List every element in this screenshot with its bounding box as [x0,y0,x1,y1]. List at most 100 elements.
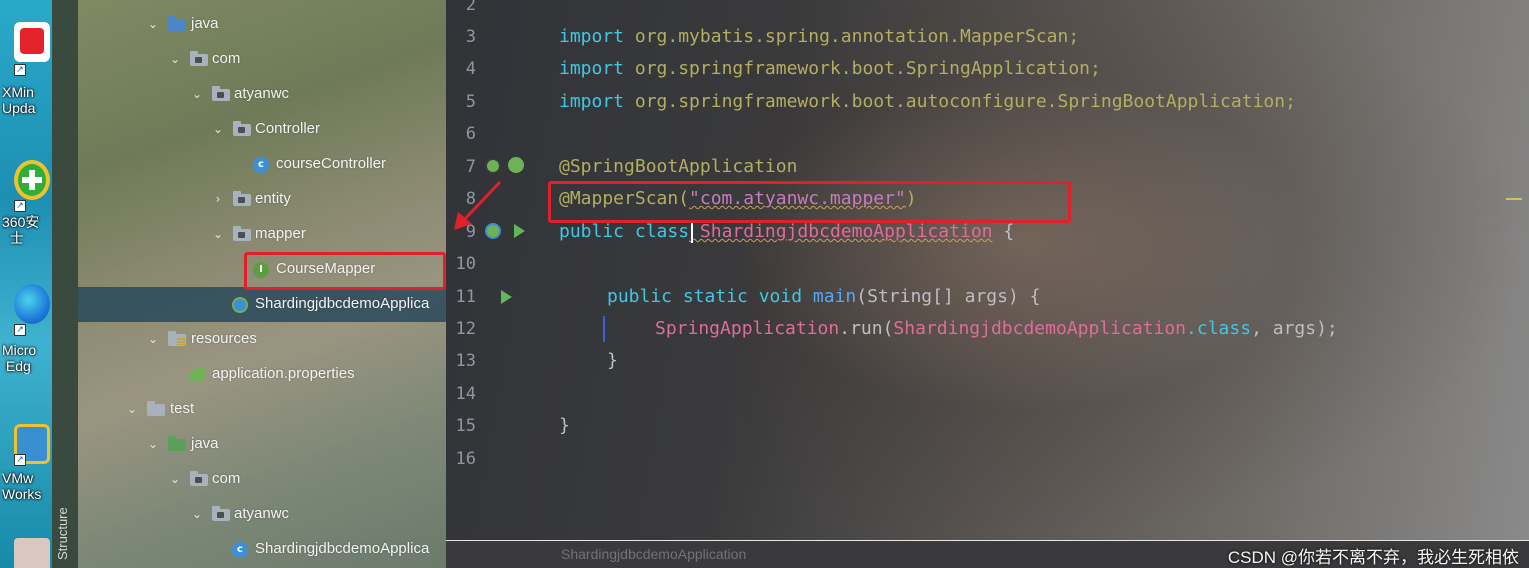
xmind-label: XMin Upda [2,84,36,116]
test-folder-icon [168,436,186,451]
tree-label: atyanwc [234,85,290,102]
chevron-down-icon[interactable]: ⌄ [146,437,160,451]
code-line-12[interactable]: SpringApplication.run(ShardingjdbcdemoAp… [655,313,1338,345]
tree-node-controller[interactable]: ⌄ Controller [78,112,446,147]
tree-node-test[interactable]: ⌄ test [78,392,446,427]
code-line-5[interactable]: import org.springframework.boot.autoconf… [559,86,1296,118]
chevron-down-icon[interactable]: ⌄ [146,17,160,31]
edge-icon [14,284,50,324]
chevron-down-icon[interactable]: ⌄ [168,472,182,486]
annotation: @SpringBootApplication [559,156,798,177]
text-caret [691,221,693,243]
line-number: 16 [455,449,476,469]
spring-properties-icon [190,368,206,382]
class-name: ShardingjdbcdemoApplication [689,221,993,242]
package-icon [233,226,251,241]
tree-label: ShardingjdbcdemoApplica [255,295,430,312]
tree-node-com[interactable]: ⌄ com [78,42,446,77]
code-line-4[interactable]: import org.springframework.boot.SpringAp… [559,53,1101,85]
edge-label: Micro Edg [2,342,37,374]
line-number: 2 [465,0,476,15]
spring-check-icon[interactable] [508,157,524,173]
run-class-icon[interactable] [514,224,525,238]
chevron-right-icon[interactable]: › [211,192,225,206]
chevron-down-icon[interactable]: ⌄ [190,507,204,521]
code-line-3[interactable]: import org.mybatis.spring.annotation.Map… [559,21,1079,53]
structure-tool-window-button[interactable]: Structure [55,507,70,560]
tree-node-application-properties[interactable]: application.properties [78,357,446,392]
tree-label: java [191,435,219,452]
spring-boot-class-icon [232,297,248,313]
chevron-down-icon[interactable]: ⌄ [211,227,225,241]
tree-label: com [212,50,241,67]
avatar [14,538,50,568]
highlight-box-course-mapper [244,252,446,290]
chevron-down-icon[interactable]: ⌄ [190,87,204,101]
tree-node-test-atyanwc[interactable]: ⌄ atyanwc [78,497,446,532]
editor-scroll-marker [1506,198,1522,200]
package-icon [212,86,230,101]
brace: } [607,350,618,371]
tree-node-course-controller[interactable]: c courseController [78,147,446,182]
tree-node-java[interactable]: ⌄ java [78,7,446,42]
structure-tool-strip [52,0,78,568]
shortcut-arrow-icon: ↗ [14,324,26,336]
tree-node-application-main[interactable]: ShardingjdbcdemoApplica [78,287,446,322]
import-path: org.springframework.boot.SpringApplicati… [624,58,1101,79]
editor-breadcrumb-bar: ShardingjdbcdemoApplication CSDN @你若不离不弃… [446,540,1529,568]
watermark: CSDN @你若不离不弃，我必生死相依 [1227,548,1519,567]
tree-node-entity[interactable]: › entity [78,182,446,217]
code-line-15[interactable]: } [559,410,570,442]
tree-label: resources [191,330,257,347]
keyword: public [559,221,625,242]
chevron-down-icon[interactable]: ⌄ [125,402,139,416]
line-number: 12 [455,319,476,339]
chevron-down-icon[interactable]: ⌄ [168,52,182,66]
chevron-down-icon[interactable]: ⌄ [146,332,160,346]
indent-guide [603,316,605,342]
breadcrumb[interactable]: ShardingjdbcdemoApplication [561,546,746,562]
shortcut-arrow-icon: ↗ [14,64,26,76]
run-main-icon[interactable] [501,290,512,304]
package-icon [190,471,208,486]
line-number: 6 [465,124,476,144]
class-name: ShardingjdbcdemoApplication [893,318,1187,339]
code-line-7[interactable]: @SpringBootApplication [559,151,797,183]
import-path: org.mybatis.spring.annotation.MapperScan… [624,26,1080,47]
360-safe-icon [14,160,50,200]
package-icon [190,51,208,66]
method-call: .run( [839,318,894,339]
package-icon [233,191,251,206]
tree-label: ShardingjdbcdemoApplica [255,540,430,557]
class-icon: c [232,542,248,558]
class-name: SpringApplication [655,318,840,339]
tree-node-test-com[interactable]: ⌄ com [78,462,446,497]
tree-node-test-java[interactable]: ⌄ java [78,427,446,462]
tree-node-application-test[interactable]: c ShardingjdbcdemoApplica [78,532,446,567]
code-line-13[interactable]: } [607,345,618,377]
line-number: 4 [465,59,476,79]
args: , args); [1251,318,1338,339]
package-icon [212,506,230,521]
red-arrow-icon [454,180,502,230]
highlight-box-mapper-scan [548,181,1071,223]
method-name: main [802,286,857,307]
source-folder-icon [168,16,186,31]
resources-folder-icon [168,331,186,346]
tree-node-mapper[interactable]: ⌄ mapper [78,217,446,252]
keyword: import [559,58,625,79]
tree-node-resources[interactable]: ⌄ resources [78,322,446,357]
tree-label: entity [255,190,291,207]
import-path: org.springframework.boot.autoconfigure.S… [624,91,1296,112]
class-icon: c [253,157,269,173]
chevron-down-icon[interactable]: ⌄ [211,122,225,136]
keyword: class [624,221,690,242]
tree-label: java [191,15,219,32]
tree-node-atyanwc[interactable]: ⌄ atyanwc [78,77,446,112]
code-editor[interactable]: 2 3 4 5 6 7 8 9 10 11 12 13 14 15 16 imp… [446,0,1529,540]
line-number: 13 [455,351,476,371]
code-line-11[interactable]: public static void main(String[] args) { [607,281,1041,313]
params: (String[] args) { [856,286,1041,307]
tree-label: courseController [276,155,387,172]
bean-search-icon[interactable] [485,158,501,174]
